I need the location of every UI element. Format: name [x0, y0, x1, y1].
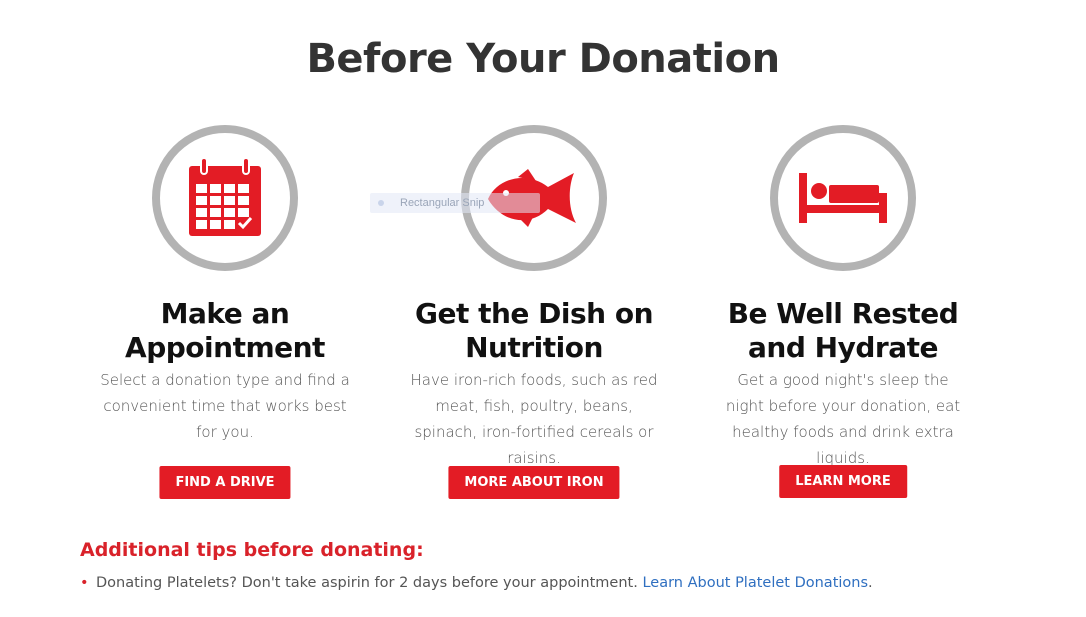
rest-title-line2: and Hydrate	[748, 331, 938, 364]
bed-icon	[799, 173, 887, 223]
appointment-title: Make an Appointment	[75, 297, 375, 365]
appointment-card: Make an Appointment Select a donation ty…	[75, 125, 375, 499]
tip-text: Donating Platelets? Don't take aspirin f…	[96, 575, 643, 591]
find-a-drive-button[interactable]: FIND A DRIVE	[159, 466, 291, 499]
calendar-icon	[189, 157, 261, 236]
calendar-icon-ring	[152, 125, 298, 271]
snip-tool-overlay: Rectangular Snip	[370, 193, 540, 213]
rest-description: Get a good night's sleep the night befor…	[725, 371, 961, 467]
more-about-iron-button[interactable]: MORE ABOUT IRON	[448, 466, 620, 499]
page-title: Before Your Donation	[306, 36, 780, 82]
nutrition-title: Get the Dish on Nutrition	[384, 297, 684, 365]
appointment-title-line2: Appointment	[125, 331, 325, 364]
rest-title: Be Well Rested and Hydrate	[693, 297, 993, 365]
rest-title-line1: Be Well Rested	[727, 297, 959, 330]
appointment-description: Select a donation type and find a conven…	[100, 371, 350, 441]
bed-icon-ring	[770, 125, 916, 271]
platelet-donations-link[interactable]: Learn About Platelet Donations	[642, 575, 868, 591]
tip-trail: .	[868, 575, 873, 591]
nutrition-card: Get the Dish on Nutrition Have iron-rich…	[384, 125, 684, 499]
nutrition-title-line1: Get the Dish on	[414, 297, 654, 330]
snip-tool-label: Rectangular Snip	[400, 197, 485, 209]
nutrition-description: Have iron-rich foods, such as red meat, …	[410, 371, 658, 467]
snip-dot-icon	[378, 200, 384, 206]
appointment-title-line1: Make an	[160, 297, 290, 330]
nutrition-title-line2: Nutrition	[465, 331, 603, 364]
tips-list: • Donating Platelets? Don't take aspirin…	[80, 572, 873, 594]
list-item: • Donating Platelets? Don't take aspirin…	[80, 572, 873, 594]
bullet-icon: •	[80, 575, 89, 591]
tips-heading: Additional tips before donating:	[80, 539, 424, 561]
learn-more-button[interactable]: LEARN MORE	[779, 465, 907, 498]
rest-card: Be Well Rested and Hydrate Get a good ni…	[693, 125, 993, 498]
